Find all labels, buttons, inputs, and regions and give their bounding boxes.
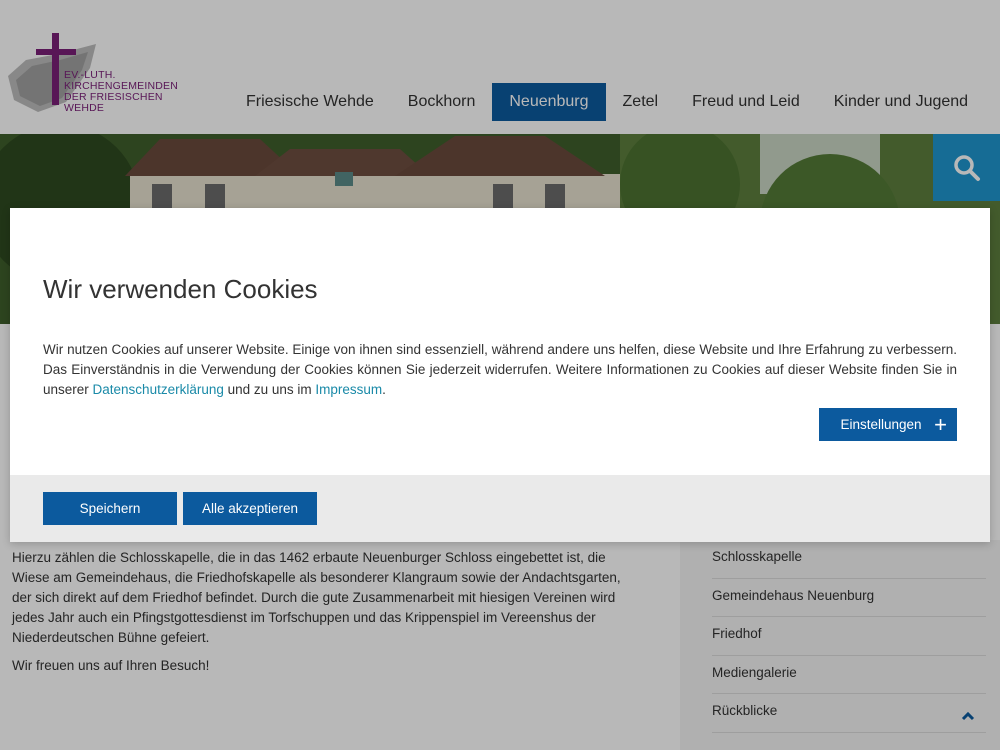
save-button[interactable]: Speichern bbox=[43, 492, 177, 525]
cookie-dialog-description: Wir nutzen Cookies auf unserer Website. … bbox=[43, 340, 957, 400]
cookie-dialog-footer: Speichern Alle akzeptieren bbox=[10, 475, 990, 542]
cookie-settings-button[interactable]: Einstellungen + bbox=[819, 408, 957, 441]
settings-button-label: Einstellungen bbox=[840, 417, 922, 432]
cookie-text-part: und zu uns im bbox=[223, 382, 316, 397]
plus-icon: + bbox=[934, 412, 947, 437]
cookie-text-part: . bbox=[382, 382, 386, 397]
accept-all-button[interactable]: Alle akzeptieren bbox=[183, 492, 317, 525]
cookie-consent-dialog: Wir verwenden Cookies Wir nutzen Cookies… bbox=[10, 208, 990, 542]
privacy-policy-link[interactable]: Datenschutzerklärung bbox=[93, 382, 224, 397]
imprint-link[interactable]: Impressum bbox=[315, 382, 382, 397]
cookie-dialog-title: Wir verwenden Cookies bbox=[43, 274, 318, 304]
